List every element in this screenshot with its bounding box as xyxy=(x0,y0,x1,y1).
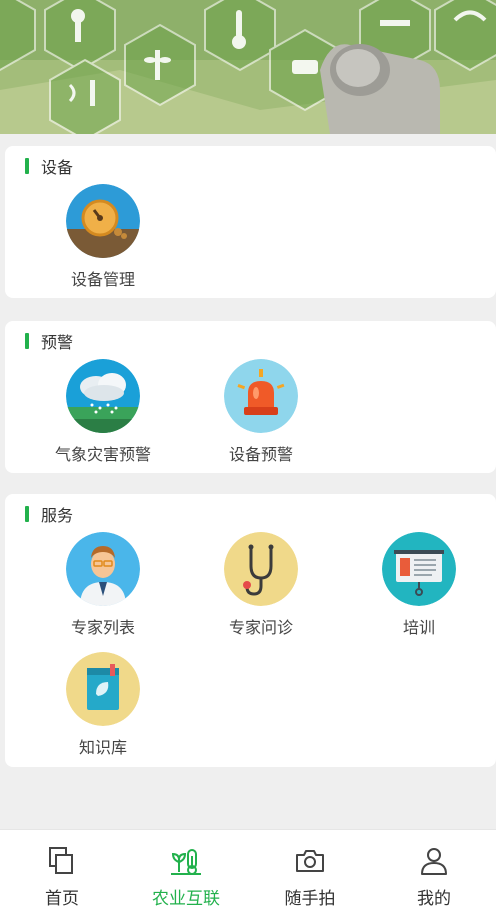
home-icon xyxy=(49,847,73,874)
tab-agri-connect[interactable]: 农业互联 xyxy=(124,830,248,913)
section-title-text: 设备 xyxy=(41,158,74,177)
training-button[interactable]: 培训 xyxy=(354,532,484,638)
training-label: 培训 xyxy=(402,618,435,637)
title-accent-bar xyxy=(25,333,29,349)
training-board-icon xyxy=(382,532,456,606)
weather-warning-button[interactable]: 气象灾害预警 xyxy=(38,359,168,465)
section-device-card: 设备 设备管理 xyxy=(5,146,496,298)
section-title-text: 服务 xyxy=(41,506,74,525)
section-title: 服务 xyxy=(25,504,74,525)
title-accent-bar xyxy=(25,158,29,174)
tab-mine[interactable]: 我的 xyxy=(372,830,496,913)
bottom-tab-bar: 首页 农业互联 随手拍 我的 xyxy=(0,829,496,913)
section-service-card: 服务 专家列表 专家问诊 培训 知识库 xyxy=(5,494,496,767)
device-warning-button[interactable]: 设备预警 xyxy=(196,359,326,465)
device-management-label: 设备管理 xyxy=(70,270,135,289)
tab-snapshot[interactable]: 随手拍 xyxy=(248,830,372,913)
tab-agri-connect-label: 农业互联 xyxy=(152,889,220,909)
expert-list-label: 专家列表 xyxy=(70,618,135,637)
tab-home-label: 首页 xyxy=(45,889,79,909)
device-management-icon xyxy=(66,184,140,258)
expert-consult-label: 专家问诊 xyxy=(228,618,293,637)
plant-sensor-icon xyxy=(171,849,201,875)
section-title: 预警 xyxy=(25,331,74,352)
title-accent-bar xyxy=(25,506,29,522)
doctor-icon xyxy=(66,532,140,606)
section-title-text: 预警 xyxy=(41,333,74,352)
camera-icon xyxy=(296,850,324,872)
device-warning-label: 设备预警 xyxy=(228,445,293,464)
expert-consult-button[interactable]: 专家问诊 xyxy=(196,532,326,638)
weather-warning-label: 气象灾害预警 xyxy=(54,445,151,464)
tab-home[interactable]: 首页 xyxy=(0,830,124,913)
tab-snapshot-label: 随手拍 xyxy=(284,889,336,909)
banner-image xyxy=(0,0,496,134)
book-icon xyxy=(66,652,140,726)
knowledge-base-label: 知识库 xyxy=(78,738,127,757)
section-title: 设备 xyxy=(25,156,74,177)
section-warning-card: 预警 气象灾害预警 设备预警 xyxy=(5,321,496,473)
alarm-light-icon xyxy=(224,359,298,433)
user-icon xyxy=(421,848,447,875)
weather-warning-icon xyxy=(66,359,140,433)
stethoscope-icon xyxy=(224,532,298,606)
device-management-button[interactable]: 设备管理 xyxy=(38,184,168,290)
knowledge-base-button[interactable]: 知识库 xyxy=(38,652,168,758)
expert-list-button[interactable]: 专家列表 xyxy=(38,532,168,638)
tab-mine-label: 我的 xyxy=(417,889,451,909)
